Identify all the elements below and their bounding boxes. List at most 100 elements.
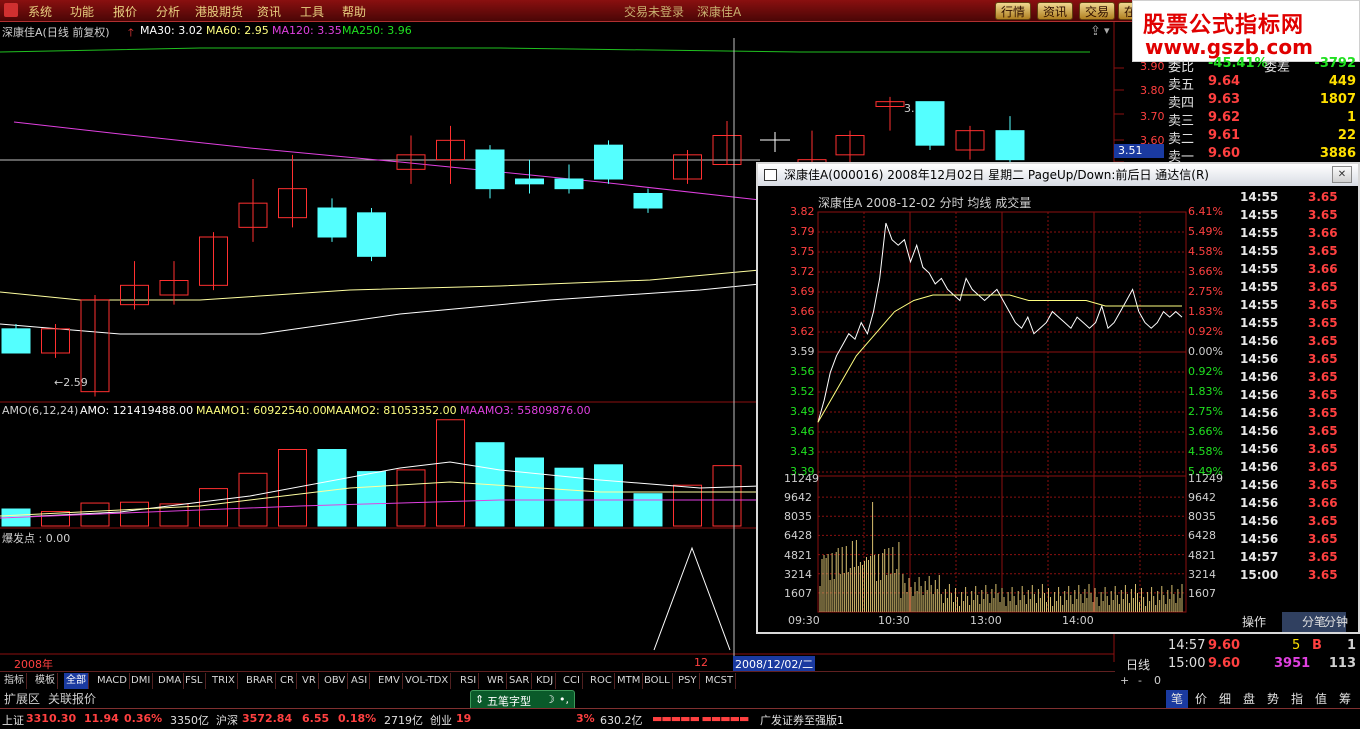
indicator-tab[interactable]: FSL	[183, 673, 206, 689]
zoom-in-button[interactable]: +	[1120, 674, 1129, 687]
ask-row[interactable]: 卖五 9.64 449	[1168, 74, 1358, 93]
indicator-tab[interactable]: ROC	[588, 673, 615, 689]
indicator-tab[interactable]: SAR	[507, 673, 533, 689]
indicator-tab[interactable]: MTM	[615, 673, 644, 689]
high-price-label: 3.	[904, 102, 915, 115]
popup-title: 深康佳A(000016) 2008年12月02日 星期二 PageUp/Down…	[784, 168, 1209, 182]
indicator-tab[interactable]: MACD	[95, 673, 130, 689]
ask-row[interactable]: 卖二 9.61 22	[1168, 128, 1358, 147]
candle	[515, 178, 544, 185]
tick-time: 14:55	[1240, 244, 1279, 258]
sh-index-value: 3310.30	[26, 712, 77, 725]
price-axis-label: 3.52	[790, 385, 815, 398]
tab-news-button[interactable]: 资讯	[1037, 2, 1074, 20]
month-label: 12	[694, 656, 708, 669]
indicator-tab[interactable]: BRAR	[244, 673, 277, 689]
ask-price: 9.61	[1208, 128, 1241, 143]
tick-time: 14:55	[1240, 262, 1279, 276]
pct-axis-label: 3.66%	[1188, 425, 1223, 438]
menu-hk-futures[interactable]: 港股期货	[195, 3, 243, 20]
zoom-reset-button[interactable]: 0	[1154, 674, 1161, 687]
close-icon[interactable]: ✕	[1332, 166, 1352, 183]
indicator-tab[interactable]: MCST	[703, 673, 737, 689]
indicator-tab[interactable]: RSI	[458, 673, 480, 689]
time-axis-label: 09:30	[788, 614, 820, 627]
tick-list[interactable]: 14:55 3.65 14:55 3.65 14:55 3.66 14:55 3.65 14:5…	[1236, 190, 1356, 610]
indicator-tab[interactable]: EMV	[376, 673, 403, 689]
hs-index-amount: 2719亿	[384, 714, 423, 727]
tab-extension-area[interactable]: 扩展区	[4, 690, 40, 707]
ask-row[interactable]: 卖四 9.63 1807	[1168, 92, 1358, 111]
menu-analysis[interactable]: 分析	[156, 3, 180, 20]
indicator-tab[interactable]: CCI	[561, 673, 583, 689]
menu-news[interactable]: 资讯	[257, 3, 281, 20]
menu-tools[interactable]: 工具	[300, 3, 324, 20]
tick-price: 3.65	[1308, 460, 1338, 474]
indicator-tab[interactable]: TRIX	[210, 673, 238, 689]
side-tab[interactable]: 指	[1286, 690, 1308, 708]
indicator-tab[interactable]: DMA	[156, 673, 185, 689]
tab-operations[interactable]: 操作	[1242, 612, 1266, 632]
tab-trade-button[interactable]: 交易	[1079, 2, 1116, 20]
menu-function[interactable]: 功能	[70, 3, 94, 20]
indicator-tab[interactable]: CR	[278, 673, 297, 689]
zoom-out-button[interactable]: -	[1138, 674, 1142, 687]
side-tab[interactable]: 盘	[1238, 690, 1260, 708]
ime-moon-icon[interactable]: ☽	[545, 693, 555, 706]
side-tab[interactable]: 筹	[1334, 690, 1356, 708]
tick-price: 9.60	[1208, 656, 1241, 671]
scroll-up-icon[interactable]: ⇪	[1090, 24, 1101, 39]
ime-punct-icon[interactable]: •,	[559, 693, 569, 706]
tick-price: 3.65	[1308, 190, 1338, 204]
order-ratio-row: 委比 -45.41% 委差 -3792	[1168, 56, 1358, 75]
side-tab[interactable]: 笔	[1166, 690, 1188, 708]
indicator-tab[interactable]: KDJ	[534, 673, 557, 689]
price-axis-label: 3.49	[790, 405, 815, 418]
volume-axis-label: 8035	[1188, 510, 1216, 524]
indicator-tab[interactable]: VOL-TDX	[403, 673, 452, 689]
menu-system[interactable]: 系统	[28, 3, 52, 20]
ime-switch-icon[interactable]: ⇕	[475, 693, 484, 706]
hs-index-label[interactable]: 沪深	[216, 712, 238, 728]
candle	[317, 207, 347, 238]
indicator-tab[interactable]: DMI	[129, 673, 154, 689]
popup-titlebar[interactable]: 深康佳A(000016) 2008年12月02日 星期二 PageUp/Down…	[758, 164, 1358, 186]
tick-price: 3.65	[1308, 370, 1338, 384]
cy-index-label[interactable]: 创业	[430, 712, 452, 728]
indicator-tab[interactable]: OBV	[322, 673, 349, 689]
indicator-tab[interactable]: ASI	[349, 673, 371, 689]
side-tab[interactable]: 价	[1190, 690, 1212, 708]
side-tab[interactable]: 势	[1262, 690, 1284, 708]
indicator-tab[interactable]: BOLL	[642, 673, 673, 689]
ma60-line	[0, 269, 761, 301]
tab-quotes-button[interactable]: 行情	[995, 2, 1032, 20]
ime-mode[interactable]: 五笔字型	[487, 693, 531, 709]
indicator-tab[interactable]: 全部	[64, 673, 89, 689]
indicator-tab[interactable]: PSY	[676, 673, 700, 689]
tab-related-quotes[interactable]: 关联报价	[48, 690, 96, 707]
tick-count: 113	[1328, 656, 1356, 671]
tick-price: 3.65	[1308, 244, 1338, 258]
side-tab[interactable]: 值	[1310, 690, 1332, 708]
volume-axis-label: 6428	[784, 529, 812, 543]
ma30-line	[0, 283, 761, 335]
popup-subtitle: 深康佳A 2008-12-02 分时 均线 成交量	[818, 196, 1032, 210]
tab-minutes[interactable]: 分钟	[1324, 612, 1348, 632]
ask-row[interactable]: 卖三 9.62 1	[1168, 110, 1358, 129]
menu-quote[interactable]: 报价	[113, 3, 137, 20]
candle	[554, 178, 584, 190]
menu-help[interactable]: 帮助	[342, 3, 366, 20]
amo-bar	[712, 465, 742, 527]
indicator-tab[interactable]: VR	[300, 673, 319, 689]
indicator-tab[interactable]: WR	[485, 673, 507, 689]
sh-index-label[interactable]: 上证	[2, 712, 24, 728]
ask-volume: 22	[1337, 128, 1356, 143]
side-tab[interactable]: 细	[1214, 690, 1236, 708]
period-label[interactable]: 日线	[1126, 656, 1150, 673]
dropdown-icon[interactable]: ▾	[1104, 24, 1110, 37]
intraday-popup-window[interactable]: 深康佳A(000016) 2008年12月02日 星期二 PageUp/Down…	[756, 162, 1360, 634]
tick-price: 3.65	[1308, 388, 1338, 402]
indicator-tab[interactable]: 指标	[2, 673, 27, 689]
indicator-tab[interactable]: 模板	[33, 673, 58, 689]
intraday-chart[interactable]	[758, 186, 1236, 632]
